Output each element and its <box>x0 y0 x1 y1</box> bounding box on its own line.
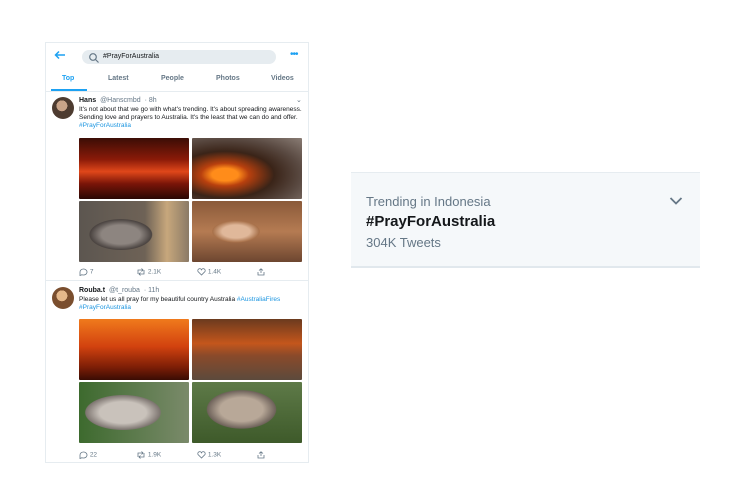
share-icon <box>257 451 265 459</box>
tweet-item[interactable]: Rouba.t @t_rouba · 11h Please let us all… <box>46 281 308 462</box>
bushfire-photo[interactable] <box>79 319 189 380</box>
like-count: 1.4K <box>207 268 222 276</box>
kangaroo-photo[interactable] <box>192 382 302 443</box>
avatar[interactable] <box>52 287 74 309</box>
share-button[interactable] <box>257 451 265 459</box>
koala-mother-photo[interactable] <box>79 382 189 443</box>
active-tab-indicator <box>51 89 87 91</box>
author-name[interactable]: Hans <box>79 97 96 104</box>
more-options-icon[interactable]: ••• <box>290 49 298 61</box>
tweet-body: It's not about that we go with what's tr… <box>79 106 302 122</box>
burning-forest-photo[interactable] <box>192 138 302 199</box>
tab-latest[interactable]: Latest <box>108 75 129 82</box>
tweet-body: Please let us all pray for my beautiful … <box>79 296 236 303</box>
tweet-author[interactable]: Rouba.t @t_rouba · 11h <box>79 287 159 294</box>
retweet-count: 2.1K <box>147 268 162 276</box>
trend-context: Trending in Indonesia <box>366 194 491 209</box>
top-bar: #PrayForAustralia ••• <box>46 43 308 71</box>
trending-card[interactable]: Trending in Indonesia #PrayForAustralia … <box>351 172 700 268</box>
tweet-text: It's not about that we go with what's tr… <box>79 106 303 131</box>
trend-tweet-count: 304K Tweets <box>366 235 441 250</box>
tweet-actions: 7 2.1K 1.4K <box>79 268 303 278</box>
chevron-down-icon[interactable]: ⌄ <box>296 96 302 104</box>
trend-title[interactable]: #PrayForAustralia <box>366 213 495 230</box>
back-arrow-icon[interactable] <box>54 49 68 63</box>
retweet-button[interactable]: 2.1K <box>136 268 161 276</box>
reply-count: 22 <box>89 451 98 459</box>
retweet-icon <box>137 268 145 276</box>
reply-icon <box>79 268 88 277</box>
wildfire-photo[interactable] <box>79 138 189 199</box>
hashtag-link[interactable]: #PrayForAustralia <box>79 122 131 129</box>
tab-people[interactable]: People <box>161 75 184 82</box>
search-tabs: Top Latest People Photos Videos <box>46 73 308 92</box>
tweet-author[interactable]: Hans @Hanscmbd · 8h <box>79 97 157 104</box>
tweet-text: Please let us all pray for my beautiful … <box>79 296 303 312</box>
like-button[interactable]: 1.4K <box>197 268 221 276</box>
retweet-button[interactable]: 1.9K <box>136 451 161 459</box>
tweet-item[interactable]: Hans @Hanscmbd · 8h ⌄ It's not about tha… <box>46 92 308 279</box>
hashtag-link[interactable]: #PrayForAustralia <box>79 304 131 311</box>
tab-videos[interactable]: Videos <box>271 75 294 82</box>
search-input[interactable]: #PrayForAustralia <box>82 50 276 64</box>
koala-photo[interactable] <box>79 201 189 262</box>
retweet-icon <box>137 451 145 459</box>
emu-fire-photo[interactable] <box>192 319 302 380</box>
reply-button[interactable]: 7 <box>79 268 94 277</box>
tweet-media-grid <box>79 138 303 262</box>
like-count: 1.3K <box>207 451 222 459</box>
tweet-media-grid <box>79 319 303 443</box>
tweet-time: · 11h <box>143 287 160 294</box>
avatar[interactable] <box>52 97 74 119</box>
hashtag-link[interactable]: #AustraliaFires <box>237 296 280 303</box>
share-icon <box>257 268 265 276</box>
reply-count: 7 <box>89 268 94 276</box>
tab-top[interactable]: Top <box>62 75 74 82</box>
chevron-down-icon[interactable] <box>669 193 683 205</box>
search-icon <box>88 51 100 63</box>
share-button[interactable] <box>257 268 265 276</box>
heart-icon <box>197 268 206 276</box>
tab-photos[interactable]: Photos <box>216 75 240 82</box>
kangaroo-rescue-photo[interactable] <box>192 201 302 262</box>
reply-button[interactable]: 22 <box>79 451 98 460</box>
author-name[interactable]: Rouba.t <box>79 287 105 294</box>
retweet-count: 1.9K <box>147 451 162 459</box>
search-query: #PrayForAustralia <box>103 53 160 60</box>
author-handle[interactable]: @Hanscmbd <box>100 97 141 104</box>
author-handle[interactable]: @t_rouba <box>109 287 140 294</box>
heart-icon <box>197 451 206 459</box>
tweet-actions: 22 1.9K 1.3K <box>79 451 303 461</box>
tweet-time: · 8h <box>144 97 157 104</box>
twitter-search-screen: #PrayForAustralia ••• Top Latest People … <box>45 42 309 463</box>
reply-icon <box>79 451 88 460</box>
like-button[interactable]: 1.3K <box>197 451 221 459</box>
